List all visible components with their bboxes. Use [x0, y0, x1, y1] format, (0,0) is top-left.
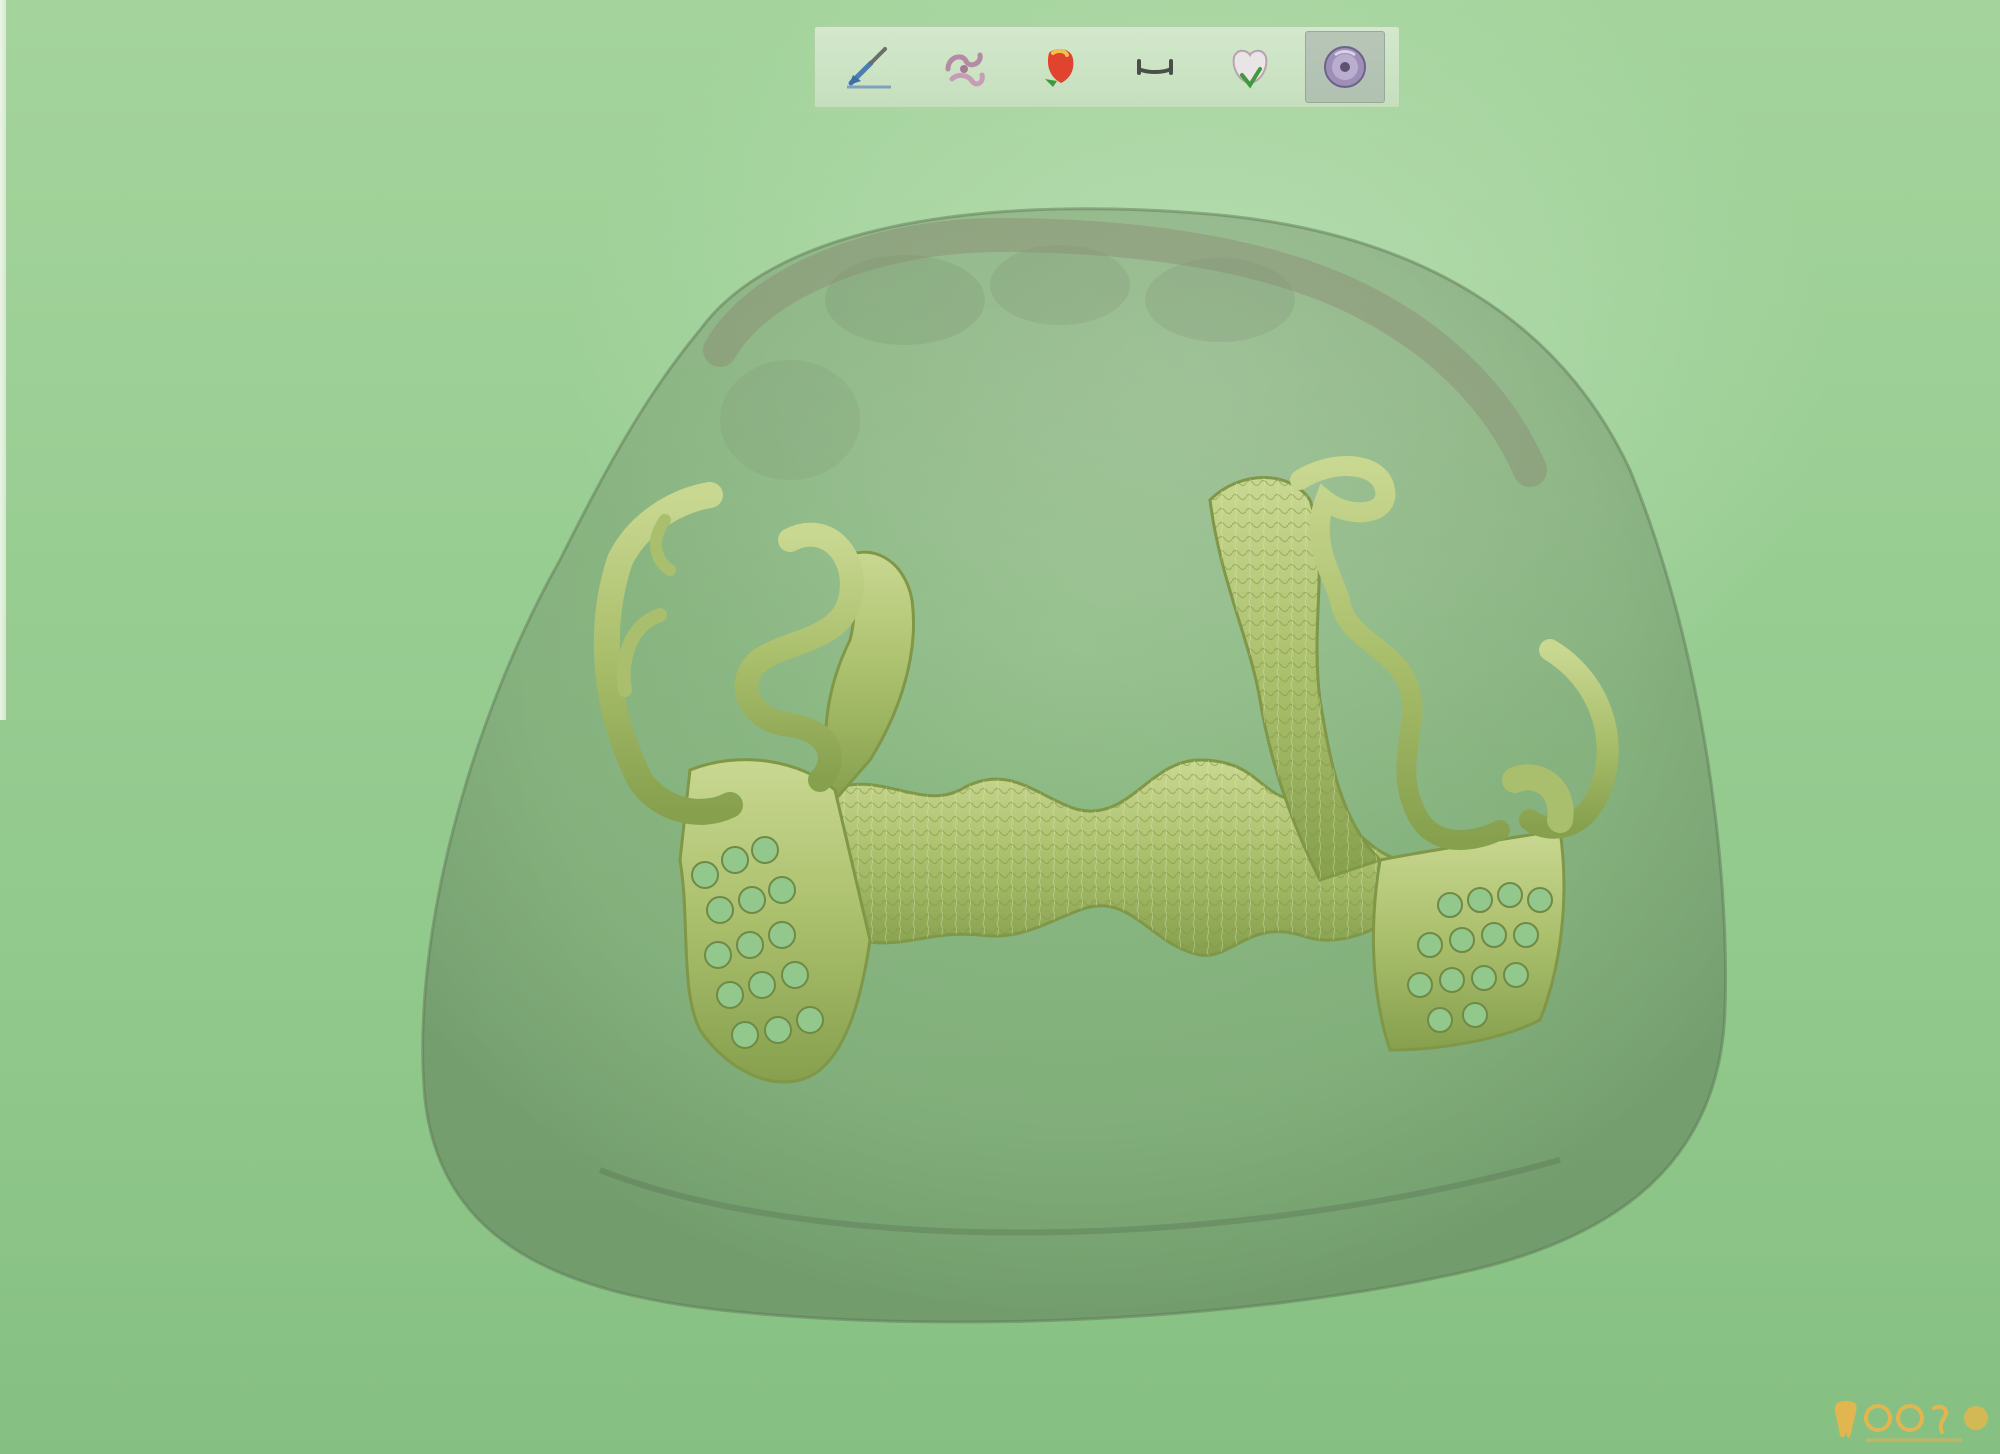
crown-tool-button[interactable] [1210, 31, 1290, 103]
3d-viewport[interactable] [0, 0, 2000, 1454]
tooth-color-tool-button[interactable] [1019, 31, 1099, 103]
clasp-icon [945, 52, 985, 87]
watermark-logo-icon [1834, 1401, 1988, 1442]
cad-application-window [0, 0, 2000, 1454]
pen-tool-button[interactable] [829, 31, 909, 103]
pen-icon [846, 47, 891, 89]
disc-tool-button[interactable] [1305, 31, 1386, 103]
tooth-color-icon [1045, 48, 1074, 87]
crown-tooth-icon [1232, 49, 1268, 89]
watermark-logo [1830, 1396, 1996, 1448]
connector-tool-button[interactable] [1115, 31, 1195, 103]
design-toolbar [814, 26, 1400, 108]
clasp-tool-button[interactable] [924, 31, 1004, 103]
connector-bar-icon [1136, 59, 1173, 75]
disc-icon [1324, 46, 1367, 88]
